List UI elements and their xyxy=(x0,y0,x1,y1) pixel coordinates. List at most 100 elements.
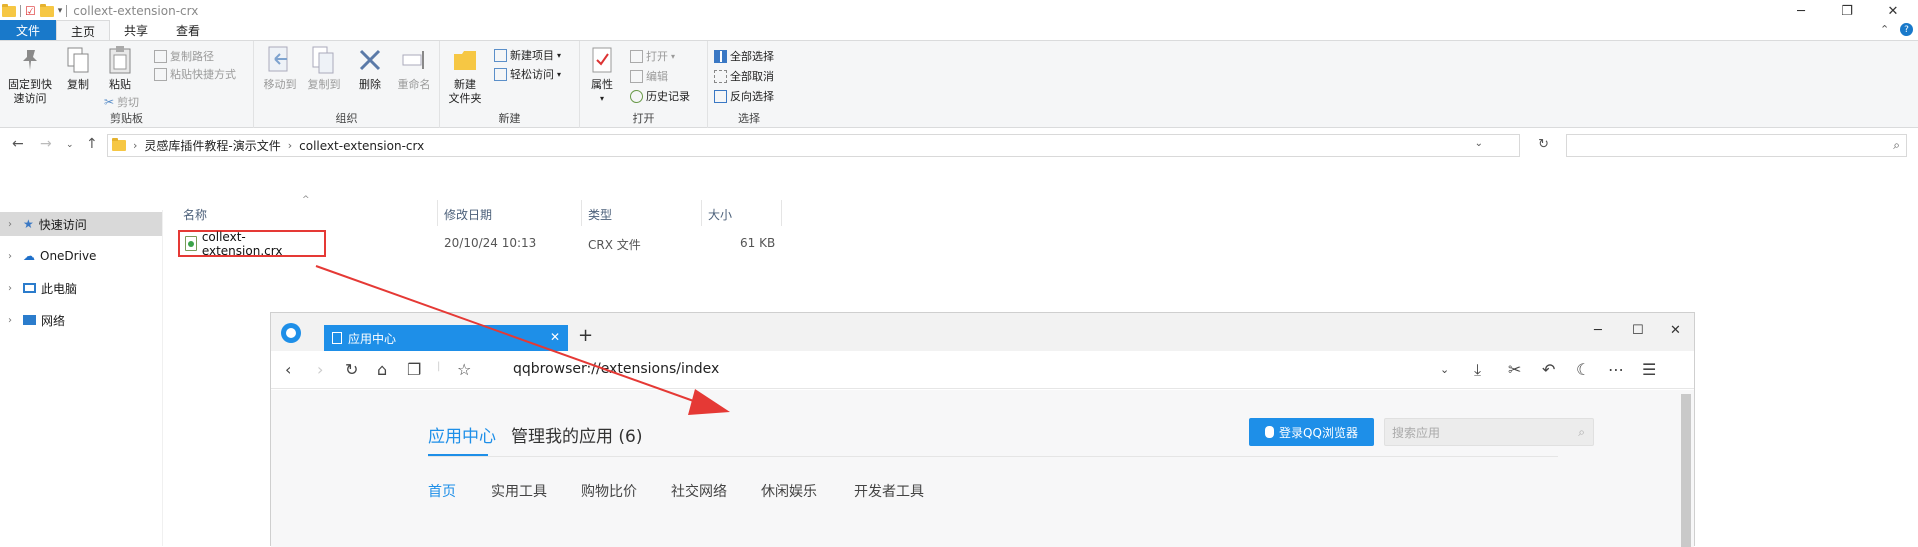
column-header-size[interactable]: 大小 xyxy=(708,205,732,223)
reading-mode-icon[interactable]: ❐ xyxy=(407,360,421,379)
dropdown-icon: ▾ xyxy=(557,50,562,60)
browser-tab-app-center[interactable]: 应用中心 ✕ xyxy=(324,325,568,351)
paste-shortcut-button[interactable]: 粘贴快捷方式 xyxy=(154,65,236,83)
close-button[interactable]: ✕ xyxy=(1870,0,1916,22)
nav-item-network[interactable]: › 网络 xyxy=(0,308,162,332)
home-icon[interactable]: ⌂ xyxy=(377,360,387,379)
paste-icon xyxy=(105,45,135,75)
column-header-name[interactable]: 名称 xyxy=(183,205,207,223)
nav-item-this-pc[interactable]: › 此电脑 xyxy=(0,276,162,300)
paste-button[interactable]: 粘贴 xyxy=(100,45,140,92)
copy-to-button[interactable]: 复制到 xyxy=(304,45,344,92)
expand-icon[interactable]: › xyxy=(8,251,18,262)
customize-toolbar-icon[interactable]: ▾ xyxy=(58,6,63,16)
download-icon[interactable]: ⤓ xyxy=(1474,360,1481,380)
invert-selection-button[interactable]: 反向选择 xyxy=(714,87,774,105)
url-input[interactable]: qqbrowser://extensions/index xyxy=(513,361,719,377)
tab-home[interactable]: 主页 xyxy=(56,20,111,41)
select-all-button[interactable]: 全部选择 xyxy=(714,47,774,65)
new-item-button[interactable]: 新建项目 ▾ xyxy=(494,46,561,64)
tab-manage-apps[interactable]: 管理我的应用 (6) xyxy=(511,422,642,447)
search-input[interactable]: ⌕ xyxy=(1566,134,1907,157)
url-dropdown-icon[interactable]: ⌄ xyxy=(1440,363,1449,376)
new-folder-button[interactable]: 新建 文件夹 xyxy=(446,45,484,106)
column-header-type[interactable]: 类型 xyxy=(588,205,612,223)
easy-access-button[interactable]: 轻松访问 ▾ xyxy=(494,65,561,83)
collapse-ribbon-icon[interactable]: ⌃ xyxy=(1880,23,1889,36)
recent-locations-icon[interactable]: ⌄ xyxy=(66,140,74,150)
screenshot-icon[interactable]: ✂ xyxy=(1508,360,1521,379)
undo-icon[interactable]: ↶ xyxy=(1542,360,1555,379)
properties-icon[interactable]: ☑ xyxy=(25,4,36,18)
tab-share[interactable]: 共享 xyxy=(110,20,162,41)
copy-button[interactable]: 复制 xyxy=(60,45,96,92)
category-tools[interactable]: 实用工具 xyxy=(491,481,547,501)
move-to-button[interactable]: 移动到 xyxy=(260,45,300,92)
column-header-date[interactable]: 修改日期 xyxy=(444,205,492,223)
select-none-icon xyxy=(714,69,727,83)
edit-button[interactable]: 编辑 xyxy=(630,67,668,85)
night-mode-icon[interactable]: ☾ xyxy=(1576,360,1590,379)
cloud-icon: ☁ xyxy=(23,249,35,263)
column-divider[interactable] xyxy=(581,200,582,226)
back-icon[interactable]: ← xyxy=(12,136,24,152)
cut-button[interactable]: ✂ 剪切 xyxy=(104,93,139,111)
nav-item-onedrive[interactable]: › ☁ OneDrive xyxy=(0,244,162,268)
column-divider[interactable] xyxy=(437,200,438,226)
login-qq-browser-button[interactable]: 登录QQ浏览器 xyxy=(1249,418,1374,446)
breadcrumb-current[interactable]: collext-extension-crx xyxy=(299,139,424,153)
delete-button[interactable]: 删除 xyxy=(352,45,388,92)
menu-icon[interactable]: ☰ xyxy=(1642,360,1656,379)
file-row-name[interactable]: collext-extension.crx xyxy=(178,230,326,258)
app-search-input[interactable]: 搜索应用 ⌕ xyxy=(1384,418,1594,446)
group-label-organize: 组织 xyxy=(335,112,358,125)
more-icon[interactable]: ⋯ xyxy=(1608,360,1624,379)
refresh-icon[interactable]: ↻ xyxy=(1538,137,1549,152)
back-icon[interactable]: ‹ xyxy=(285,360,291,379)
expand-icon[interactable]: › xyxy=(8,283,18,294)
expand-icon[interactable]: › xyxy=(8,219,18,230)
scrollbar[interactable] xyxy=(1681,394,1691,547)
new-tab-icon[interactable]: + xyxy=(578,325,593,346)
history-button[interactable]: 历史记录 xyxy=(630,87,690,105)
help-icon[interactable]: ? xyxy=(1900,23,1913,36)
category-entertainment[interactable]: 休闲娱乐 xyxy=(761,481,817,501)
address-dropdown-icon[interactable]: ⌄ xyxy=(1475,138,1483,149)
address-bar[interactable]: › 灵感库插件教程-演示文件 › collext-extension-crx ⌄… xyxy=(107,134,1549,157)
category-social[interactable]: 社交网络 xyxy=(671,481,727,501)
minimize-button[interactable]: ─ xyxy=(1778,0,1824,22)
category-developer-tools[interactable]: 开发者工具 xyxy=(854,481,924,501)
breadcrumb-parent[interactable]: 灵感库插件教程-演示文件 xyxy=(144,137,280,154)
properties-button[interactable]: 属性 ▾ xyxy=(586,45,618,106)
close-button[interactable]: ✕ xyxy=(1670,323,1681,338)
restore-button[interactable]: ❐ xyxy=(1824,0,1870,22)
category-shopping[interactable]: 购物比价 xyxy=(581,481,637,501)
select-none-button[interactable]: 全部取消 xyxy=(714,67,774,85)
rename-label: 重命名 xyxy=(397,78,431,91)
forward-icon[interactable]: › xyxy=(317,360,323,379)
tab-app-center[interactable]: 应用中心 xyxy=(428,422,496,447)
column-divider[interactable] xyxy=(701,200,702,226)
nav-item-quick-access[interactable]: › ★ 快速访问 xyxy=(0,212,162,236)
minimize-button[interactable]: ─ xyxy=(1594,323,1602,338)
group-select: 全部选择 全部取消 反向选择 选择 xyxy=(708,41,790,128)
new-folder-icon[interactable] xyxy=(39,3,54,17)
bookmark-star-icon[interactable]: ☆ xyxy=(457,360,471,379)
open-button[interactable]: 打开 ▾ xyxy=(630,47,675,65)
tab-file[interactable]: 文件 xyxy=(0,20,57,41)
close-tab-icon[interactable]: ✕ xyxy=(550,330,560,344)
up-icon[interactable]: ↑ xyxy=(86,136,98,152)
expand-icon[interactable]: › xyxy=(8,315,18,326)
maximize-button[interactable]: ☐ xyxy=(1632,323,1644,338)
column-divider[interactable] xyxy=(781,200,782,226)
forward-icon[interactable]: → xyxy=(40,136,52,152)
dropdown-icon: ▾ xyxy=(599,94,604,103)
pin-quick-access-button[interactable]: 固定到快 速访问 xyxy=(4,45,56,106)
tab-view[interactable]: 查看 xyxy=(162,20,214,41)
open-icon xyxy=(630,49,643,63)
refresh-icon[interactable]: ↻ xyxy=(345,360,358,379)
category-home[interactable]: 首页 xyxy=(428,481,456,501)
rename-button[interactable]: 重命名 xyxy=(394,45,434,92)
copy-path-button[interactable]: 复制路径 xyxy=(154,47,214,65)
pane-divider[interactable] xyxy=(162,210,163,546)
